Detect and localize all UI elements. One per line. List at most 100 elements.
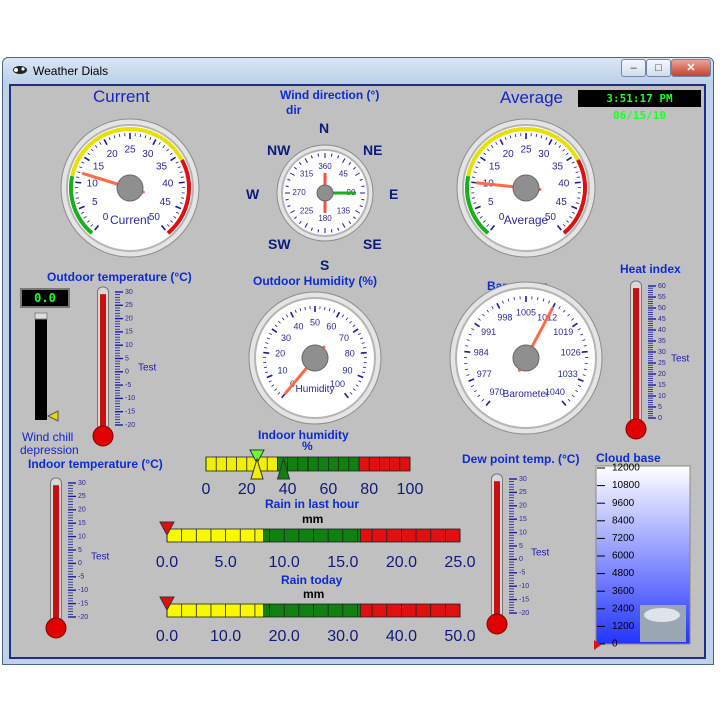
indoor-humidity-bar-tick-label: 60: [320, 481, 338, 498]
gauges-layer: 05101520253035404550Current0510152025303…: [34, 118, 691, 650]
average-dial-tick-label: 20: [503, 149, 515, 160]
average-dial-tick: [577, 197, 581, 199]
heatindex-thermo-tick-label: 45: [658, 316, 666, 323]
rain-hour-bar-tick-label: 10.0: [269, 554, 300, 571]
rain-today-bar-tick-label: 0.0: [156, 628, 178, 645]
barometer-dial-tick-label: 1026: [561, 348, 581, 358]
barometer-dial-hub: [512, 344, 540, 372]
heatindex-thermo-tick-label: 35: [658, 338, 666, 345]
cloud-base-tick-label: 0: [612, 639, 618, 650]
rain-today-bar-tick-label: 10.0: [210, 628, 241, 645]
barometer-dial-tick-label: 984: [474, 348, 489, 358]
average-dial-tick-label: 45: [556, 197, 568, 208]
rain-today-bar-tick-label: 50.0: [444, 628, 475, 645]
outdoor-thermo-tick-label: 0: [125, 369, 129, 376]
outdoor-thermo-tick-label: 5: [125, 355, 129, 362]
barometer-dial-tick-label: 1005: [516, 307, 536, 317]
rain-hour-bar-band: [263, 528, 361, 543]
current-dial-tick-label: 30: [142, 149, 154, 160]
dewpoint-thermo-tick-label: 30: [519, 476, 527, 483]
rain-today-bar-tick-label: 40.0: [386, 628, 417, 645]
humidity-dial-tick-label: 50: [310, 317, 320, 327]
heatindex-thermo-tag: Test: [671, 354, 690, 365]
heatindex-thermo-mercury: [633, 288, 639, 423]
outdoor-thermo-tick-label: 30: [125, 289, 133, 296]
heatindex-thermo-tick-label: 0: [658, 415, 662, 422]
current-dial-tick: [178, 181, 185, 184]
outdoor-thermo-tag: Test: [138, 363, 157, 374]
compass-tick: [285, 198, 289, 201]
heatindex-thermo-tick-label: 5: [658, 404, 662, 411]
compass-tick: [361, 198, 365, 201]
indoor-humidity-bar-band: [307, 456, 360, 472]
compass-tick: [285, 185, 289, 188]
average-dial-tick-label: 35: [552, 161, 564, 172]
indoor-humidity-bar-band: [205, 456, 258, 472]
humidity-dial-tick-label: 90: [342, 365, 352, 375]
dewpoint-thermo-tick-label: 10: [519, 529, 527, 536]
cloud-base-tick-label: 3600: [612, 586, 635, 597]
compass-tick: [317, 153, 320, 157]
barometer-dial-tick-label: 1019: [553, 327, 573, 337]
cloud-base-tick-label: 2400: [612, 603, 635, 614]
current-dial-tick: [181, 197, 185, 199]
indoor-thermo-tick-label: 25: [78, 493, 86, 500]
cloud-base-tick-label: 6000: [612, 551, 635, 562]
rain-today-bar-tick-label: 30.0: [327, 628, 358, 645]
average-dial-hub: [512, 174, 540, 202]
wind-chill-pointer: [46, 410, 59, 422]
rain-hour-bar-tick-label: 5.0: [214, 554, 236, 571]
heatindex-thermo-tick-label: 60: [658, 283, 666, 290]
current-dial-tick: [75, 181, 82, 184]
heatindex-thermo-tick-label: 40: [658, 327, 666, 334]
indoor-humidity-bar-tick-label: 40: [279, 481, 297, 498]
dewpoint-thermo-tick-label: -15: [519, 596, 529, 603]
humidity-dial-tick-label: 30: [281, 333, 291, 343]
dewpoint-thermo-tick-label: -20: [519, 610, 529, 617]
barometer-dial-tick-label: 998: [497, 313, 512, 323]
current-dial-tick-label: 10: [87, 179, 99, 190]
barometer-dial-inner-label: Barometer: [503, 389, 550, 400]
dewpoint-thermo-tick-label: 20: [519, 503, 527, 510]
compass-tick-label: 45: [339, 170, 348, 179]
cloud-base-tick-label: 7200: [612, 533, 635, 544]
dewpoint-thermo-tick-label: 5: [519, 543, 523, 550]
indoor-thermo-tick-label: 10: [78, 533, 86, 540]
current-dial-tick-label: 25: [124, 145, 136, 156]
indoor-humidity-bar-tick-label: 80: [360, 481, 378, 498]
indoor-thermo-tick-label: 5: [78, 547, 82, 554]
rain-today-bar-band: [263, 603, 361, 618]
compass-tick-label: 180: [318, 214, 332, 223]
dewpoint-thermo-bulb: [486, 613, 508, 635]
heatindex-thermo-tick-label: 30: [658, 349, 666, 356]
cloud-base-tick-label: 10800: [612, 480, 640, 491]
current-dial-tick-label: 5: [92, 197, 98, 208]
outdoor-thermo-tick-label: 10: [125, 342, 133, 349]
current-dial-tick-label: 40: [162, 179, 174, 190]
indoor-thermo-tick-label: -10: [78, 587, 88, 594]
compass-tick: [317, 229, 320, 233]
humidity-dial-tick: [263, 351, 270, 354]
cloud-base-tick-label: 4800: [612, 568, 635, 579]
average-dial-tick: [471, 197, 475, 199]
compass-tick: [330, 153, 333, 157]
cloud-base-tick-label: 1200: [612, 621, 635, 632]
compass-tick-label: 360: [318, 162, 332, 171]
current-dial-tick-label: 0: [103, 212, 109, 223]
dewpoint-thermo-tick-label: -10: [519, 583, 529, 590]
outdoor-thermo-tick-label: -15: [125, 409, 135, 416]
indoor-humidity-bar-tick-label: 20: [238, 481, 256, 498]
current-dial-tick-label: 35: [156, 161, 168, 172]
current-dial-hub: [116, 174, 144, 202]
indoor-humidity-bar-tick-label: 100: [397, 481, 424, 498]
compass-tick-label: 315: [300, 170, 314, 179]
indoor-thermo-bulb: [45, 617, 67, 639]
humidity-dial-hub: [301, 344, 329, 372]
heatindex-thermo-bulb: [625, 418, 647, 440]
humidity-dial-inner-label: Humidity: [296, 384, 335, 395]
dewpoint-thermo-tag: Test: [531, 548, 550, 559]
average-dial-tick-label: 25: [520, 145, 532, 156]
compass-tick: [330, 229, 333, 233]
compass-tick-label: 225: [300, 206, 314, 215]
wind-chill-slider-cap: [34, 312, 48, 320]
